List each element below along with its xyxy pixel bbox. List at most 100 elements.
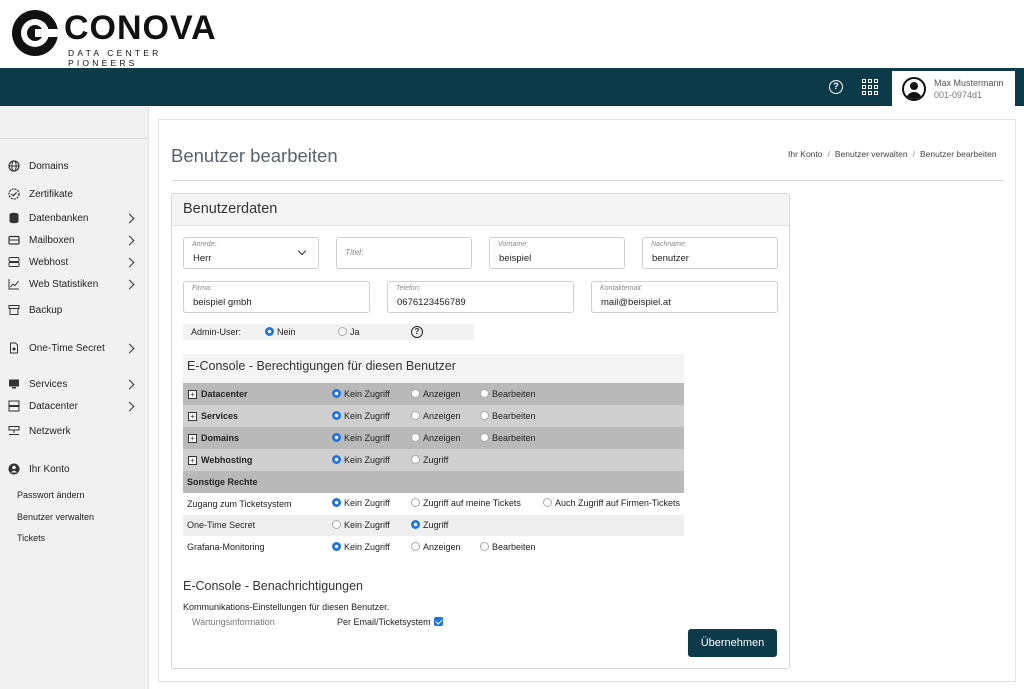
radio-datacenter-anzeigen[interactable] bbox=[411, 389, 420, 398]
salutation-select[interactable]: Anrede: Herr bbox=[183, 237, 319, 269]
expand-icon[interactable]: + bbox=[188, 456, 197, 465]
radio-services-kein-zugriff[interactable] bbox=[332, 411, 341, 420]
first-name-field[interactable]: Vorname: beispiel bbox=[489, 237, 625, 269]
last-name-field[interactable]: Nachname: benutzer bbox=[642, 237, 778, 269]
notification-item-label: Wartungsinformation bbox=[192, 617, 275, 627]
admin-option-label: Nein bbox=[277, 327, 296, 337]
permission-name: Domains bbox=[201, 433, 240, 443]
sidebar-item-mailboxen[interactable]: Mailboxen bbox=[0, 230, 149, 250]
secret-file-icon bbox=[7, 342, 20, 354]
radio-label: Anzeigen bbox=[423, 389, 461, 399]
field-value: Herr bbox=[193, 253, 212, 264]
radio-grafana-bearbeiten[interactable] bbox=[480, 542, 489, 551]
admin-radio-ja[interactable] bbox=[338, 327, 347, 336]
radio-datacenter-bearbeiten[interactable] bbox=[480, 389, 489, 398]
expand-icon[interactable]: + bbox=[188, 412, 197, 421]
sidebar-item-web-statistiken[interactable]: Web Statistiken bbox=[0, 274, 149, 294]
sidebar-item-datenbanken[interactable]: Datenbanken bbox=[0, 208, 149, 228]
radio-ticket-firmen-tickets[interactable] bbox=[543, 498, 552, 507]
sidebar: Domains Zertifikate Datenbanken Mailboxe… bbox=[0, 106, 149, 689]
phone-field[interactable]: Telefon: 0676123456789 bbox=[387, 281, 574, 313]
monitor-icon bbox=[7, 378, 20, 390]
sidebar-divider bbox=[0, 138, 149, 139]
sidebar-item-services[interactable]: Services bbox=[0, 374, 149, 394]
sidebar-item-netzwerk[interactable]: Netzwerk bbox=[0, 421, 149, 441]
server-icon bbox=[7, 256, 20, 268]
email-field[interactable]: Kontaktemail: mail@beispiel.at bbox=[591, 281, 778, 313]
radio-secret-zugriff[interactable] bbox=[411, 520, 420, 529]
chevron-right-icon bbox=[124, 213, 135, 224]
radio-label: Kein Zugriff bbox=[344, 498, 390, 508]
radio-label: Anzeigen bbox=[423, 411, 461, 421]
field-label: Vorname: bbox=[498, 241, 529, 248]
radio-domains-kein-zugriff[interactable] bbox=[332, 433, 341, 442]
sidebar-subitem-benutzer-verwalten[interactable]: Benutzer verwalten bbox=[17, 512, 94, 522]
radio-label: Zugriff auf meine Tickets bbox=[423, 498, 521, 508]
apps-grid-icon[interactable] bbox=[862, 79, 878, 95]
sidebar-subitem-passwort[interactable]: Passwort ändern bbox=[17, 490, 85, 500]
sidebar-item-backup[interactable]: Backup bbox=[0, 300, 149, 320]
sidebar-item-webhost[interactable]: Webhost bbox=[0, 252, 149, 272]
user-name: Max Mustermann bbox=[934, 78, 1004, 88]
sidebar-item-ihr-konto[interactable]: Ihr Konto bbox=[0, 459, 149, 479]
sidebar-item-label: Zertifikate bbox=[29, 188, 73, 200]
radio-secret-kein-zugriff[interactable] bbox=[332, 520, 341, 529]
radio-ticket-meine-tickets[interactable] bbox=[411, 498, 420, 507]
sidebar-item-datacenter[interactable]: Datacenter bbox=[0, 396, 149, 416]
expand-icon[interactable]: + bbox=[188, 434, 197, 443]
page-title: Benutzer bearbeiten bbox=[171, 145, 338, 166]
help-icon[interactable]: ? bbox=[829, 80, 843, 94]
radio-services-bearbeiten[interactable] bbox=[480, 411, 489, 420]
sidebar-item-domains[interactable]: Domains bbox=[0, 156, 149, 176]
other-permissions-title: Sonstige Rechte bbox=[187, 477, 258, 487]
field-value: 0676123456789 bbox=[397, 297, 466, 308]
sidebar-item-one-time-secret[interactable]: One-Time Secret bbox=[0, 338, 149, 358]
company-field[interactable]: Firma: beispiel gmbh bbox=[183, 281, 370, 313]
chevron-right-icon bbox=[124, 279, 135, 290]
radio-webhosting-kein-zugriff[interactable] bbox=[332, 455, 341, 464]
sidebar-item-zertifikate[interactable]: Zertifikate bbox=[0, 184, 149, 204]
user-menu[interactable]: Max Mustermann 001-0974d1 bbox=[892, 71, 1015, 106]
permission-name: Datacenter bbox=[201, 389, 248, 399]
breadcrumb-item[interactable]: Ihr Konto bbox=[788, 149, 823, 159]
radio-webhosting-zugriff[interactable] bbox=[411, 455, 420, 464]
radio-label: Kein Zugriff bbox=[344, 389, 390, 399]
radio-label: Kein Zugriff bbox=[344, 433, 390, 443]
logo-tagline: DATA CENTER PIONEERS bbox=[68, 48, 162, 68]
radio-services-anzeigen[interactable] bbox=[411, 411, 420, 420]
radio-ticket-kein-zugriff[interactable] bbox=[332, 498, 341, 507]
chevron-right-icon bbox=[124, 379, 135, 390]
chevron-right-icon bbox=[124, 257, 135, 268]
notification-option-label: Per Email/Ticketsystem bbox=[337, 617, 431, 627]
admin-radio-nein[interactable] bbox=[265, 327, 274, 336]
permission-name: Webhosting bbox=[201, 455, 253, 465]
help-icon[interactable]: ? bbox=[411, 326, 423, 338]
sidebar-item-label: Services bbox=[29, 378, 68, 390]
radio-grafana-anzeigen[interactable] bbox=[411, 542, 420, 551]
breadcrumb-separator: / bbox=[827, 149, 830, 159]
user-id: 001-0974d1 bbox=[934, 90, 983, 100]
chevron-right-icon bbox=[124, 343, 135, 354]
field-label: Nachname: bbox=[651, 241, 687, 248]
radio-domains-anzeigen[interactable] bbox=[411, 433, 420, 442]
sidebar-item-label: One-Time Secret bbox=[29, 342, 105, 354]
conova-logo[interactable]: CONOVA DATA CENTER PIONEERS bbox=[10, 8, 230, 68]
chevron-right-icon bbox=[124, 401, 135, 412]
sidebar-item-label: Web Statistiken bbox=[29, 278, 99, 290]
user-icon bbox=[7, 463, 20, 475]
title-field[interactable]: Titel: bbox=[336, 237, 472, 269]
save-button[interactable]: Übernehmen bbox=[688, 629, 777, 657]
radio-datacenter-kein-zugriff[interactable] bbox=[332, 389, 341, 398]
sidebar-item-label: Netzwerk bbox=[29, 425, 71, 437]
notification-checkbox[interactable] bbox=[434, 617, 443, 626]
archive-icon bbox=[7, 304, 20, 316]
breadcrumb-item[interactable]: Benutzer verwalten bbox=[835, 149, 908, 159]
field-label: Titel: bbox=[345, 247, 364, 257]
radio-label: Zugriff bbox=[423, 455, 449, 465]
field-label: Telefon: bbox=[396, 285, 421, 292]
admin-option-label: Ja bbox=[350, 327, 360, 337]
radio-grafana-kein-zugriff[interactable] bbox=[332, 542, 341, 551]
radio-domains-bearbeiten[interactable] bbox=[480, 433, 489, 442]
expand-icon[interactable]: + bbox=[188, 390, 197, 399]
sidebar-subitem-tickets[interactable]: Tickets bbox=[17, 533, 45, 543]
